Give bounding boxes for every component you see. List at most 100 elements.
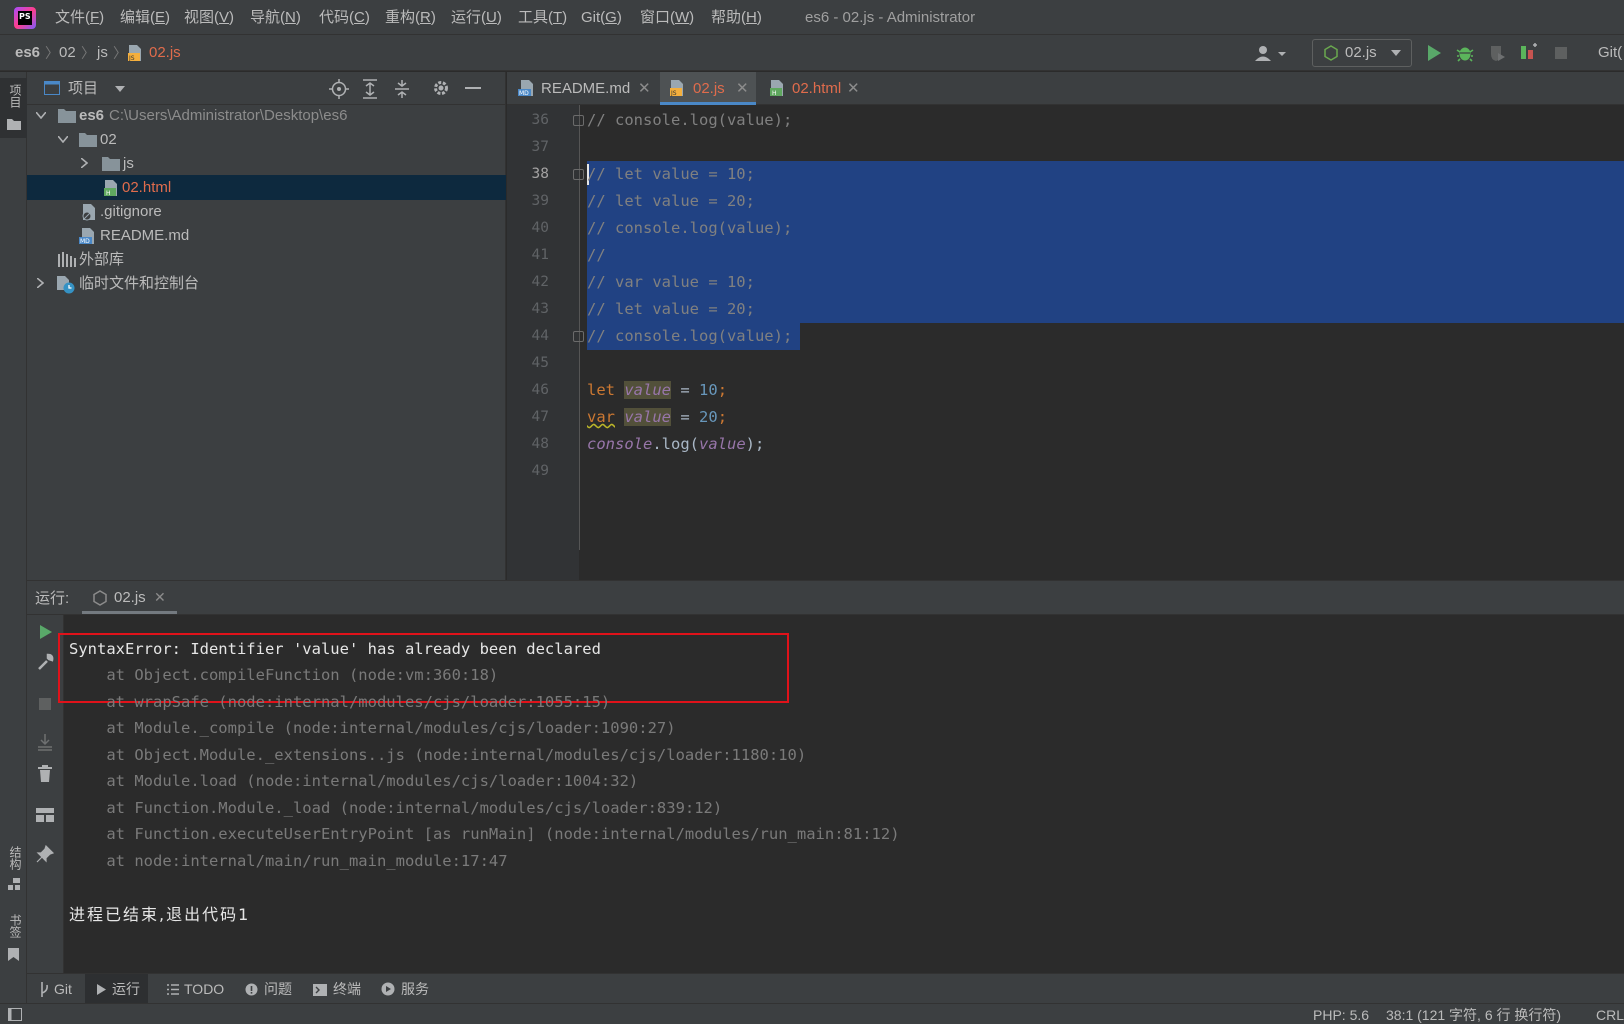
breadcrumb-js[interactable]: js — [97, 35, 108, 71]
tool-services[interactable]: 服务 — [381, 974, 429, 1004]
console-trace-line: at Object.Module._extensions..js (node:i… — [69, 746, 807, 764]
code-editor[interactable]: 36 37 38 39 40 41 42 43 44 45 46 47 48 4… — [507, 105, 1624, 580]
tree-item-label: README.md — [100, 227, 190, 244]
wrench-icon[interactable] — [36, 653, 54, 671]
run-icon[interactable] — [1426, 44, 1442, 62]
stop-icon[interactable] — [38, 697, 52, 711]
window-title: es6 - 02.js - Administrator — [805, 9, 976, 26]
menu-edit[interactable]: 编辑(E) — [120, 0, 170, 35]
tool-todo[interactable]: TODO — [167, 974, 224, 1004]
menu-help[interactable]: 帮助(H) — [711, 0, 762, 35]
line-number: 40 — [531, 220, 549, 236]
run-configuration-select[interactable]: 02.js — [1312, 39, 1412, 67]
git-toolbar-label[interactable]: Git( — [1598, 35, 1622, 71]
code-line-43: // let value = 20; — [587, 300, 755, 318]
close-icon[interactable]: ✕ — [847, 72, 860, 105]
menu-git[interactable]: Git(G) — [581, 0, 622, 35]
line-separator-status[interactable]: CRL — [1596, 1004, 1624, 1024]
menu-navigate[interactable]: 导航(N) — [250, 0, 301, 35]
run-tab-label: 02.js — [114, 589, 146, 606]
tool-run[interactable]: 运行 — [85, 974, 148, 1004]
layout-icon[interactable] — [36, 808, 54, 822]
expand-all-icon[interactable] — [361, 79, 379, 99]
svg-text:MD: MD — [519, 90, 529, 97]
structure-stripe-button[interactable]: 结构 — [0, 842, 27, 902]
menu-code[interactable]: 代码(C) — [319, 0, 370, 35]
tab-label: README.md — [541, 80, 631, 97]
menu-file[interactable]: 文件(F) — [55, 0, 104, 35]
project-stripe-label: 项目 — [8, 84, 22, 108]
line-number: 45 — [531, 355, 549, 371]
chevron-down-icon[interactable] — [115, 86, 125, 92]
tree-item-path: C:\Users\Administrator\Desktop\es6 — [109, 107, 348, 124]
menu-bar: PS 文件(F) 编辑(E) 视图(V) 导航(N) 代码(C) 重构(R) 运… — [0, 0, 1624, 35]
tab-02js[interactable]: JS 02.js ✕ — [660, 72, 756, 105]
collapse-all-icon[interactable] — [393, 79, 411, 99]
navigation-bar: es6 〉 02 〉 js 〉 JS 02.js 02.js Git( — [0, 35, 1624, 71]
console-trace-line: at Object.compileFunction (node:vm:360:1… — [69, 666, 499, 684]
caret-position-status[interactable]: 38:1 (121 字符, 6 行 换行符) — [1386, 1004, 1561, 1024]
tree-item-gitignore[interactable]: .gitignore — [27, 199, 506, 224]
console-output[interactable]: SyntaxError: Identifier 'value' has alre… — [58, 615, 1624, 973]
pin-icon[interactable] — [36, 845, 54, 863]
tool-problems[interactable]: 问题 — [245, 974, 292, 1004]
run-icon — [97, 984, 106, 995]
locate-file-icon[interactable] — [329, 79, 349, 99]
debug-icon[interactable] — [1456, 44, 1474, 62]
status-bar: PHP: 5.6 38:1 (121 字符, 6 行 换行符) CRL — [0, 1003, 1624, 1024]
phpstorm-logo-icon[interactable]: PS — [14, 7, 36, 29]
fold-marker-icon[interactable] — [573, 115, 584, 126]
run-tab-02js[interactable]: 02.js ✕ — [82, 581, 177, 614]
tree-item-label: 外部库 — [79, 251, 125, 268]
close-icon[interactable]: ✕ — [736, 72, 749, 105]
hide-panel-icon[interactable] — [465, 87, 481, 90]
toggle-tool-windows-icon[interactable] — [8, 1008, 22, 1021]
project-stripe-button[interactable]: 项目 — [0, 78, 27, 138]
scratches-icon — [57, 276, 75, 294]
stop-icon[interactable] — [1554, 46, 1568, 60]
tree-item-scratches[interactable]: 临时文件和控制台 — [27, 271, 506, 296]
code-line-42: // var value = 10; — [587, 273, 755, 291]
scroll-to-end-icon[interactable] — [36, 733, 54, 751]
rerun-icon[interactable] — [39, 624, 53, 640]
tree-item-02[interactable]: 02 — [27, 127, 506, 152]
run-panel-header: 运行: 02.js ✕ — [27, 580, 1624, 615]
profile-icon[interactable] — [1519, 43, 1539, 63]
menu-run[interactable]: 运行(U) — [451, 0, 502, 35]
bookmarks-stripe-button[interactable]: 书签 — [0, 910, 27, 970]
tab-02html[interactable]: H 02.html ✕ — [759, 72, 867, 105]
tool-terminal[interactable]: 终端 — [313, 974, 361, 1004]
editor-tab-bar: MD README.md ✕ JS 02.js ✕ H 02.html ✕ — [507, 72, 1624, 105]
code-line-46: let value = 10; — [587, 381, 728, 399]
console-trace-line: at Function.Module._load (node:internal/… — [69, 799, 723, 817]
menu-tools[interactable]: 工具(T) — [518, 0, 567, 35]
tree-item-es6[interactable]: es6 C:\Users\Administrator\Desktop\es6 — [27, 103, 506, 128]
close-icon[interactable]: ✕ — [154, 581, 166, 614]
project-view-title[interactable]: 项目 — [68, 72, 98, 105]
trash-icon[interactable] — [37, 765, 53, 783]
run-with-coverage-icon[interactable] — [1488, 44, 1506, 62]
services-icon — [381, 982, 395, 996]
menu-view[interactable]: 视图(V) — [184, 0, 234, 35]
menu-window[interactable]: 窗口(W) — [640, 0, 694, 35]
user-account-icon[interactable] — [1254, 44, 1288, 62]
menu-refactor[interactable]: 重构(R) — [385, 0, 436, 35]
tree-item-02-html[interactable]: H 02.html — [27, 175, 506, 200]
breadcrumb-02[interactable]: 02 — [59, 35, 76, 71]
close-icon[interactable]: ✕ — [638, 72, 651, 105]
php-version-status[interactable]: PHP: 5.6 — [1313, 1004, 1369, 1024]
fold-marker-icon[interactable] — [573, 169, 584, 180]
tool-git[interactable]: Git — [39, 974, 72, 1004]
gear-icon[interactable] — [432, 79, 450, 97]
run-config-label: 02.js — [1345, 44, 1377, 61]
project-view-icon — [44, 81, 60, 95]
tree-item-js[interactable]: js — [27, 151, 506, 176]
breadcrumb-es6[interactable]: es6 — [15, 35, 40, 71]
fold-marker-icon[interactable] — [573, 331, 584, 342]
tab-label: 02.html — [792, 80, 842, 97]
info-icon — [245, 983, 258, 996]
tree-item-external-libraries[interactable]: 外部库 — [27, 247, 506, 272]
tree-item-readme[interactable]: MD README.md — [27, 223, 506, 248]
tab-readme[interactable]: MD README.md ✕ — [507, 72, 657, 105]
breadcrumb-02js[interactable]: 02.js — [149, 35, 181, 71]
